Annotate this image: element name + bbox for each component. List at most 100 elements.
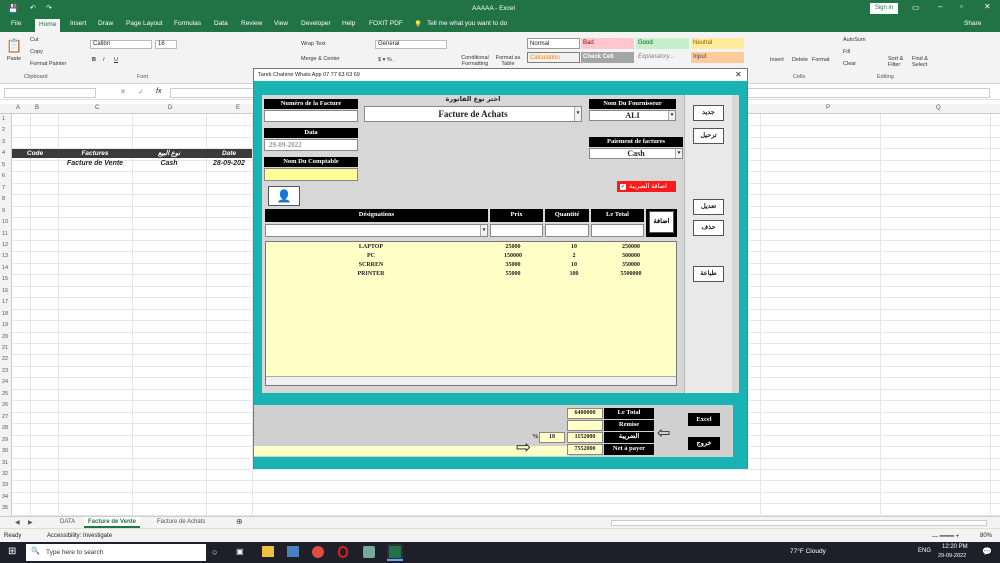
row-header[interactable]: 2 [2, 127, 5, 133]
row-header[interactable]: 19 [2, 322, 8, 328]
row-header[interactable]: 27 [2, 414, 8, 420]
header-date[interactable]: Date [206, 149, 252, 158]
enter-icon[interactable]: ✓ [138, 88, 144, 96]
row-header[interactable]: 34 [2, 494, 8, 500]
weather-widget[interactable]: 77°F Cloudy [790, 548, 826, 555]
sign-in-button[interactable]: Sign in [870, 3, 898, 14]
app2-icon[interactable] [363, 546, 375, 558]
new-button[interactable]: جديد [693, 105, 724, 121]
row-header[interactable]: 35 [2, 505, 8, 511]
row-header[interactable]: 26 [2, 402, 8, 408]
chevron-down-icon[interactable]: ▾ [675, 149, 682, 158]
windows-start-icon[interactable]: ⊞ [8, 546, 16, 557]
tab-help[interactable]: Help [342, 20, 355, 27]
delete-cells-button[interactable]: Delete [792, 57, 808, 63]
insert-cells-button[interactable]: Insert [770, 57, 784, 63]
accessibility-status[interactable]: Accessibility: Investigate [47, 533, 112, 539]
row-header[interactable]: 11 [2, 231, 8, 237]
tab-review[interactable]: Review [241, 20, 262, 27]
style-calculation[interactable]: Calculation [527, 52, 580, 63]
col-c[interactable]: C [95, 105, 99, 111]
font-name-select[interactable]: Calibri [90, 40, 152, 49]
cell-factures[interactable]: Facture de Vente [58, 160, 132, 167]
row-header[interactable]: 7 [2, 185, 5, 191]
tab-draw[interactable]: Draw [98, 20, 113, 27]
app-icon[interactable] [287, 546, 299, 557]
designation-select[interactable]: ▾ [265, 224, 488, 237]
chrome-icon[interactable] [312, 546, 324, 558]
row-header[interactable]: 28 [2, 425, 8, 431]
italic-button[interactable]: I [103, 57, 105, 63]
style-check-cell[interactable]: Check Cell [581, 52, 634, 63]
row-header[interactable]: 24 [2, 379, 8, 385]
notification-icon[interactable]: 💬 [982, 547, 992, 556]
tell-me-search[interactable]: Tell me what you want to do [427, 20, 507, 27]
row-header[interactable]: 1 [2, 116, 5, 122]
row-header[interactable]: 30 [2, 448, 8, 454]
style-explanatory[interactable]: Explanatory... [636, 52, 689, 63]
col-q[interactable]: Q [936, 105, 941, 111]
format-painter-button[interactable]: Format Painter [30, 61, 66, 67]
cortana-icon[interactable]: ○ [212, 547, 217, 557]
row-header[interactable]: 8 [2, 196, 5, 202]
tab-data[interactable]: Data [214, 20, 228, 27]
remise-input[interactable] [567, 420, 603, 431]
chevron-down-icon[interactable]: ▾ [480, 225, 487, 236]
print-button[interactable]: طباعة [693, 266, 724, 282]
style-normal[interactable]: Normal [527, 38, 580, 49]
tab-facture-vente[interactable]: Facture de Vente [84, 517, 141, 528]
cell-sale-type[interactable]: Cash [132, 160, 206, 167]
add-line-button[interactable]: اضافة [649, 211, 674, 233]
tab-page-layout[interactable]: Page Layout [126, 20, 163, 27]
minimize-icon[interactable]: – [938, 2, 942, 11]
share-button[interactable]: Share [964, 20, 981, 27]
save-icon[interactable]: 💾 [8, 4, 18, 13]
tab-formulas[interactable]: Formulas [174, 20, 201, 27]
bold-button[interactable]: B [92, 57, 96, 63]
fill-button[interactable]: Fill [843, 49, 850, 55]
items-listbox[interactable]: LAPTOP 25000 10 250000 PC 150000 2 300000 SCRR… [265, 241, 677, 386]
undo-icon[interactable]: ↶ [30, 4, 36, 12]
col-e[interactable]: E [236, 105, 240, 111]
tab-developer[interactable]: Developer [301, 20, 331, 27]
row-header[interactable]: 9 [2, 208, 5, 214]
col-b[interactable]: B [35, 105, 39, 111]
cut-button[interactable]: Cut [30, 37, 39, 43]
row-header[interactable]: 22 [2, 356, 8, 362]
row-header[interactable]: 14 [2, 265, 8, 271]
autosum-button[interactable]: AutoSum [843, 37, 866, 43]
row-header[interactable]: 32 [2, 471, 8, 477]
next-sheet-icon[interactable]: ▶ [28, 519, 33, 526]
task-view-icon[interactable]: ▣ [236, 547, 244, 556]
excel-button[interactable]: Excel [688, 413, 720, 426]
language-indicator[interactable]: ENG [918, 548, 931, 554]
close-icon[interactable]: ✕ [984, 2, 991, 11]
tab-view[interactable]: View [274, 20, 288, 27]
add-sheet-icon[interactable]: ⊕ [236, 517, 243, 526]
tab-file[interactable]: File [11, 20, 21, 27]
header-sale-type[interactable]: نوع البيع [132, 149, 206, 158]
file-explorer-icon[interactable] [262, 546, 274, 557]
row-header[interactable]: 31 [2, 460, 8, 466]
exit-button[interactable]: خروج [688, 437, 720, 450]
comptable-input[interactable] [264, 168, 358, 181]
post-button[interactable]: ترحيل [693, 128, 724, 144]
style-input[interactable]: Input [691, 52, 744, 63]
fx-label[interactable]: fx [156, 88, 161, 95]
type-select[interactable]: Facture de Achats ▾ [364, 106, 582, 122]
row-header[interactable]: 29 [2, 437, 8, 443]
currency-button[interactable]: $ ▾ % ‚ [378, 57, 395, 63]
row-header[interactable]: 33 [2, 482, 8, 488]
conditional-formatting-button[interactable]: Conditional Formatting [458, 55, 492, 67]
row-header[interactable]: 12 [2, 242, 8, 248]
tab-foxit[interactable]: FOXIT PDF [369, 20, 403, 27]
list-horizontal-scrollbar[interactable] [266, 376, 676, 385]
underline-button[interactable]: U [114, 57, 118, 63]
format-cells-button[interactable]: Format [812, 57, 829, 63]
col-p[interactable]: P [826, 105, 830, 111]
copy-button[interactable]: Copy [30, 49, 43, 55]
maximize-icon[interactable]: ▫ [960, 2, 963, 11]
row-header[interactable]: 23 [2, 368, 8, 374]
fournisseur-select[interactable]: ALI ▾ [589, 110, 676, 121]
row-header[interactable]: 5 [2, 162, 5, 168]
